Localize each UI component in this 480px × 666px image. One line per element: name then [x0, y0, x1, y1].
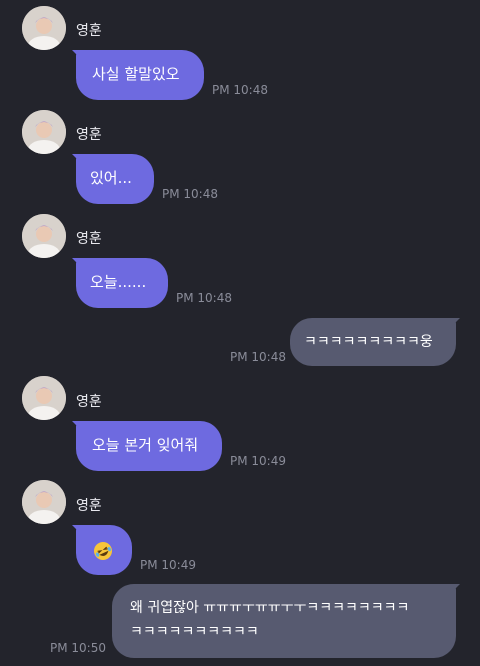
message-timestamp: PM 10:48 [212, 83, 268, 97]
message-text: 오늘 본거 잊어줘 [92, 436, 199, 454]
message-timestamp: PM 10:48 [162, 187, 218, 201]
avatar-photo-icon [22, 480, 66, 524]
sender-name: 영훈 [76, 23, 102, 39]
sender-name: 영훈 [76, 394, 102, 410]
message-text: 오늘...... [90, 273, 147, 291]
message-timestamp: PM 10:49 [140, 558, 196, 572]
sender-name: 영훈 [76, 231, 102, 247]
message-text: 사실 할말있오 [92, 65, 180, 83]
message-text-line: ㅋㅋㅋㅋㅋㅋㅋㅋㅋㅋ [130, 624, 259, 640]
avatar[interactable] [22, 214, 66, 258]
message-text: ㅋㅋㅋㅋㅋㅋㅋㅋㅋ웅 [304, 334, 433, 350]
message-timestamp: PM 10:50 [50, 641, 106, 655]
message-text: 있어... [90, 169, 132, 187]
message-bubble[interactable]: ㅋㅋㅋㅋㅋㅋㅋㅋㅋ웅 [290, 318, 456, 366]
message-bubble[interactable] [76, 525, 132, 575]
message-text-line: 왜 귀엽잖아 ㅠㅠㅠㅜㅠㅠㅜㅜㅋㅋㅋㅋㅋㅋㅋㅋ [130, 600, 410, 616]
avatar-photo-icon [22, 214, 66, 258]
message-timestamp: PM 10:48 [176, 291, 232, 305]
avatar[interactable] [22, 376, 66, 420]
avatar[interactable] [22, 480, 66, 524]
avatar[interactable] [22, 6, 66, 50]
rolling-on-floor-laughing-icon [94, 541, 112, 560]
sender-name: 영훈 [76, 498, 102, 514]
message-bubble[interactable]: 있어... [76, 154, 154, 204]
message-bubble[interactable]: 오늘 본거 잊어줘 [76, 421, 222, 471]
avatar[interactable] [22, 110, 66, 154]
message-bubble[interactable]: 왜 귀엽잖아 ㅠㅠㅠㅜㅠㅠㅜㅜㅋㅋㅋㅋㅋㅋㅋㅋ ㅋㅋㅋㅋㅋㅋㅋㅋㅋㅋ [112, 584, 456, 658]
avatar-photo-icon [22, 6, 66, 50]
sender-name: 영훈 [76, 127, 102, 143]
message-bubble[interactable]: 사실 할말있오 [76, 50, 204, 100]
avatar-photo-icon [22, 110, 66, 154]
message-timestamp: PM 10:48 [230, 350, 286, 364]
avatar-photo-icon [22, 376, 66, 420]
message-bubble[interactable]: 오늘...... [76, 258, 168, 308]
message-timestamp: PM 10:49 [230, 454, 286, 468]
